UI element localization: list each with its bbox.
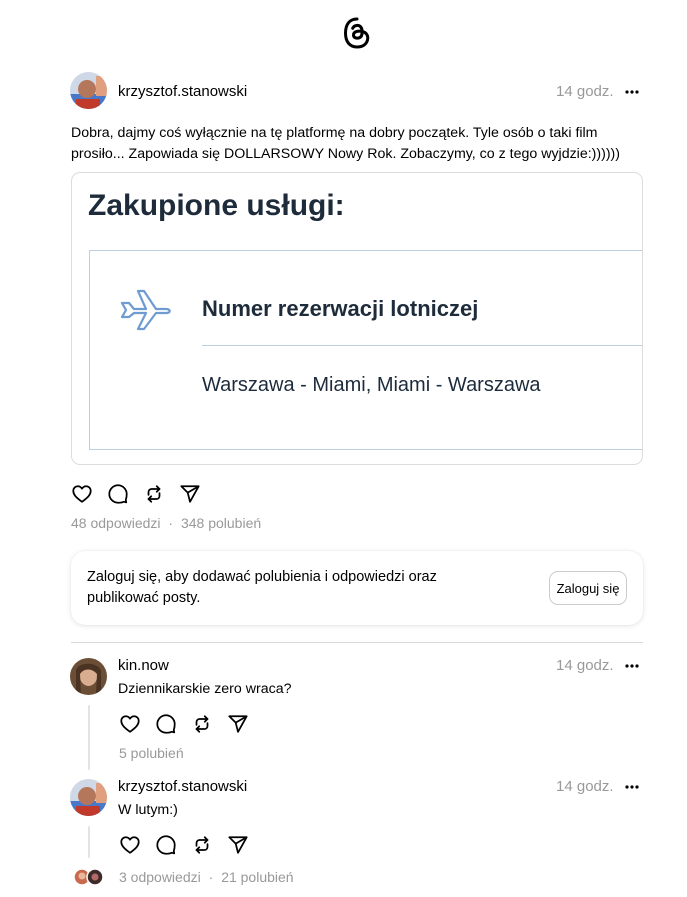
replies-count[interactable]: 3 odpowiedzi (119, 869, 201, 885)
comment-icon (156, 835, 176, 855)
login-prompt-text: Zaloguj się, aby dodawać polubienia i od… (87, 569, 437, 606)
like-button[interactable] (119, 834, 143, 858)
airplane-icon (120, 289, 171, 331)
comment-username[interactable]: krzysztof.stanowski (118, 778, 247, 795)
reply-button[interactable] (155, 713, 179, 737)
login-prompt-card: Zaloguj się, aby dodawać polubienia i od… (71, 551, 643, 625)
share-button[interactable] (179, 483, 203, 507)
comment-username[interactable]: kin.now (118, 657, 169, 674)
like-button[interactable] (119, 713, 143, 737)
flight-route: Warszawa - Miami, Miami - Warszawa (202, 374, 541, 396)
repost-button[interactable] (191, 834, 215, 858)
share-button[interactable] (227, 713, 251, 737)
reply-avatars (73, 868, 104, 886)
repost-icon (195, 836, 209, 854)
comment-actions (119, 713, 259, 737)
more-icon[interactable] (624, 84, 640, 100)
comment-text: W lutym:) (118, 802, 178, 818)
stats-separator: · (208, 869, 214, 885)
share-icon (180, 485, 200, 503)
separator-line (202, 345, 642, 346)
comment-stats: 3 odpowiedzi · 21 polubień (119, 869, 294, 885)
reply-button[interactable] (155, 834, 179, 858)
comment-time[interactable]: 14 godz. (556, 778, 614, 795)
login-button[interactable]: Zaloguj się (549, 571, 627, 605)
post-header: krzysztof.stanowski 14 godz. (70, 72, 642, 110)
share-icon (228, 836, 248, 854)
share-button[interactable] (227, 834, 251, 858)
share-icon (228, 715, 248, 733)
likes-count[interactable]: 5 polubień (119, 745, 184, 761)
repost-icon (147, 485, 161, 503)
post-text: Dobra, dajmy coś wyłącznie na tę platfor… (71, 125, 621, 162)
like-button[interactable] (71, 483, 95, 507)
post-stats: 48 odpowiedzi · 348 polubień (71, 515, 261, 531)
comment-icon (156, 714, 176, 734)
thread-line (88, 705, 90, 770)
post-image[interactable]: Zakupione usługi: Numer rezerwacji lotni… (71, 172, 643, 465)
comment-text: Dziennikarskie zero wraca? (118, 681, 292, 697)
post-time[interactable]: 14 godz. (556, 83, 614, 100)
comment-time[interactable]: 14 godz. (556, 657, 614, 674)
stats-separator: · (168, 515, 174, 531)
likes-count[interactable]: 348 polubień (181, 515, 261, 531)
post-username[interactable]: krzysztof.stanowski (118, 83, 247, 100)
heart-icon (120, 836, 140, 854)
reply-button[interactable] (107, 483, 131, 507)
post-actions (71, 483, 211, 507)
likes-count[interactable]: 21 polubień (221, 869, 293, 885)
comment-actions (119, 834, 259, 858)
heart-icon (120, 715, 140, 733)
image-title: Zakupione usługi: (88, 189, 345, 222)
repost-button[interactable] (191, 713, 215, 737)
divider (71, 642, 643, 643)
more-icon[interactable] (624, 779, 640, 795)
heart-icon (72, 485, 92, 503)
comment-icon (108, 484, 128, 504)
repost-icon (195, 715, 209, 733)
repost-button[interactable] (143, 483, 167, 507)
avatar[interactable] (70, 72, 107, 109)
threads-logo-icon[interactable] (341, 16, 373, 50)
more-icon[interactable] (624, 658, 640, 674)
replies-count[interactable]: 48 odpowiedzi (71, 515, 161, 531)
thread-line (88, 826, 90, 858)
reservation-box: Numer rezerwacji lotniczej Warszawa - Mi… (89, 250, 642, 450)
avatar[interactable] (70, 779, 107, 816)
avatar[interactable] (70, 658, 107, 695)
reservation-heading: Numer rezerwacji lotniczej (202, 296, 479, 321)
